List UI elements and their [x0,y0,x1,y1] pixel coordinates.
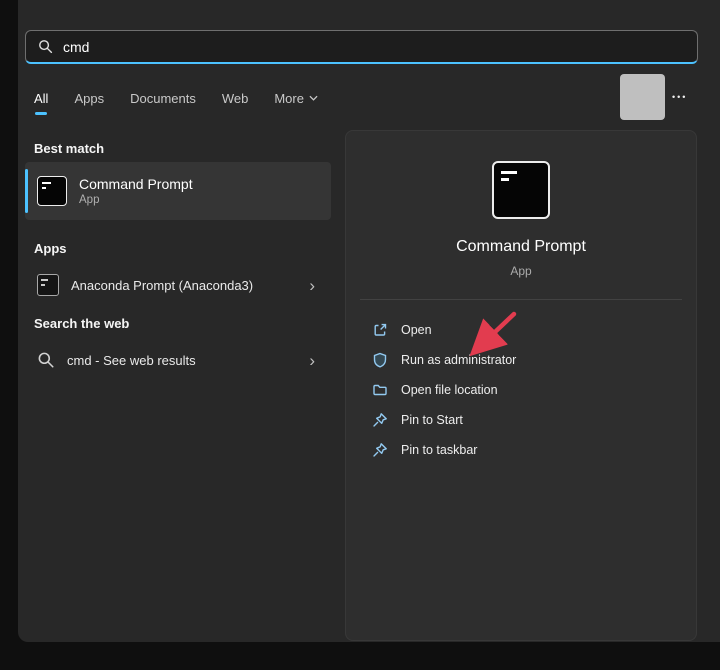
action-open-label: Open [401,323,432,337]
search-flyout: All Apps Documents Web More ••• Best mat… [18,0,720,642]
tab-documents[interactable]: Documents [130,88,196,108]
folder-icon [372,382,388,398]
filter-tabs: All Apps Documents Web More [34,88,318,108]
action-list: Open Run as administrator Open file loca… [346,315,696,465]
action-open-file-location[interactable]: Open file location [346,375,696,405]
anaconda-prompt-icon [37,274,59,296]
best-match-subtitle: App [79,194,193,206]
selection-indicator [25,169,28,213]
tab-web-label: Web [222,91,249,106]
search-input[interactable] [63,39,685,55]
action-pin-to-start-label: Pin to Start [401,413,463,427]
preview-panel: Command Prompt App Open Run as administr… [345,130,697,641]
command-prompt-icon [37,176,67,206]
best-match-item[interactable]: Command Prompt App [25,162,331,220]
command-prompt-icon-large [492,161,550,219]
chevron-right-icon[interactable]: › [305,350,319,371]
action-pin-to-taskbar-label: Pin to taskbar [401,443,477,457]
tab-apps-label: Apps [74,91,104,106]
screen: All Apps Documents Web More ••• Best mat… [0,0,720,670]
action-pin-to-start[interactable]: Pin to Start [346,405,696,435]
chevron-right-icon[interactable]: › [305,275,319,296]
apps-result-item[interactable]: Anaconda Prompt (Anaconda3) › [25,264,331,306]
best-match-heading: Best match [34,141,104,156]
tab-more-label: More [274,91,304,106]
action-open[interactable]: Open [346,315,696,345]
tab-documents-label: Documents [130,91,196,106]
apps-result-title: Anaconda Prompt (Anaconda3) [71,278,293,293]
best-match-text: Command Prompt App [79,176,193,206]
action-run-as-administrator-label: Run as administrator [401,353,516,367]
search-icon [38,39,53,54]
tab-more[interactable]: More [274,88,318,108]
preview-title: Command Prompt [346,238,696,256]
apps-heading: Apps [34,241,67,256]
action-run-as-administrator[interactable]: Run as administrator [346,345,696,375]
tab-all[interactable]: All [34,88,48,108]
action-open-file-location-label: Open file location [401,383,498,397]
divider [360,299,682,300]
web-result-item[interactable]: cmd - See web results › [25,339,331,381]
options-ellipsis-button[interactable]: ••• [668,88,691,106]
tab-web[interactable]: Web [222,88,249,108]
web-heading: Search the web [34,316,129,331]
pin-icon [372,412,388,428]
action-pin-to-taskbar[interactable]: Pin to taskbar [346,435,696,465]
web-result-title: cmd - See web results [67,353,293,368]
window-fragment [620,74,665,120]
search-icon [37,351,55,369]
best-match-title: Command Prompt [79,176,193,192]
search-box[interactable] [25,30,698,64]
preview-subtitle: App [346,264,696,278]
run-as-admin-shield-icon [372,352,388,368]
tab-all-label: All [34,91,48,106]
chevron-down-icon [309,95,318,101]
open-icon [372,322,388,338]
tab-apps[interactable]: Apps [74,88,104,108]
pin-icon [372,442,388,458]
